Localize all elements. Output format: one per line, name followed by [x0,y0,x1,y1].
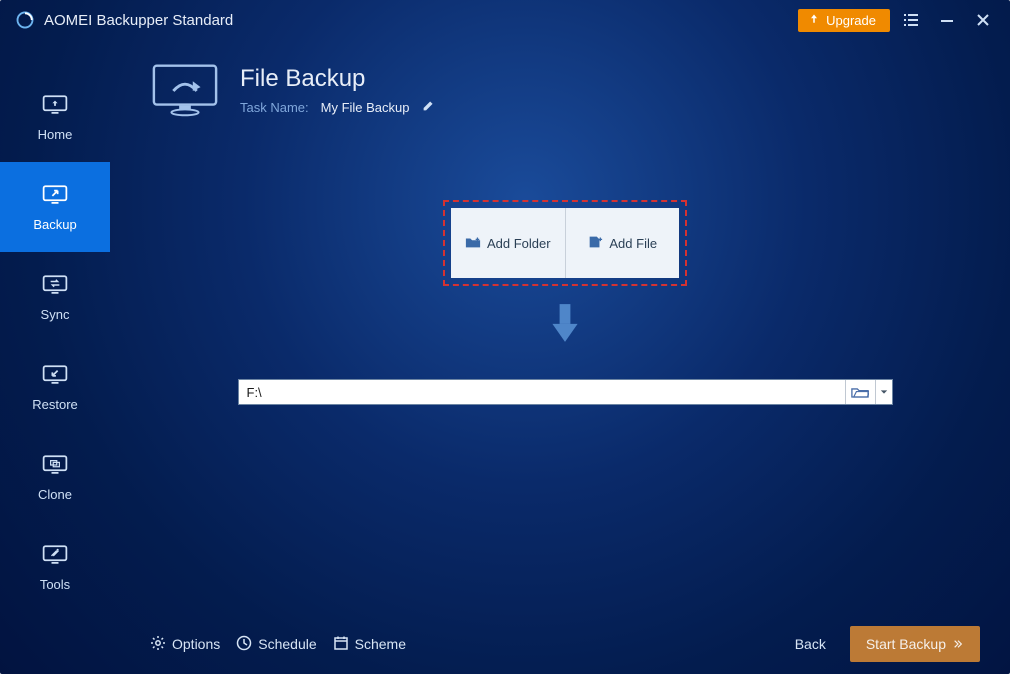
upgrade-button[interactable]: Upgrade [798,9,890,32]
add-file-button[interactable]: Add File [566,208,680,278]
menu-list-icon[interactable] [896,5,926,35]
back-button[interactable]: Back [795,636,826,652]
file-backup-header-icon [150,60,220,120]
minimize-icon[interactable] [932,5,962,35]
folder-plus-icon [465,235,481,252]
app-window: AOMEI Backupper Standard Upgrade Home [0,0,1010,674]
start-backup-button[interactable]: Start Backup [850,626,980,662]
home-icon [41,93,69,117]
calendar-icon [333,635,349,654]
add-folder-button[interactable]: Add Folder [451,208,566,278]
sidebar-item-restore[interactable]: Restore [0,342,110,432]
sidebar-item-label: Home [38,127,73,142]
destination-path-value: F:\ [247,385,262,400]
restore-icon [41,363,69,387]
sidebar-item-label: Restore [32,397,78,412]
arrow-down-icon [547,300,583,351]
options-label: Options [172,636,220,652]
backup-icon [41,183,69,207]
chevron-right-icon [952,636,964,652]
sidebar-item-label: Clone [38,487,72,502]
sidebar-item-home[interactable]: Home [0,72,110,162]
clock-icon [236,635,252,654]
edit-task-name-icon[interactable] [422,99,435,115]
start-backup-label: Start Backup [866,636,946,652]
page-title: File Backup [240,65,435,93]
sidebar-item-label: Sync [41,307,70,322]
footer-bar: Options Schedule Scheme Back Start Backu… [110,614,1010,674]
destination-path-field[interactable]: F:\ [238,379,893,405]
add-file-label: Add File [609,236,657,251]
sidebar-item-label: Tools [40,577,70,592]
task-name-label: Task Name: [240,100,309,115]
tools-icon [41,543,69,567]
scheme-label: Scheme [355,636,406,652]
app-logo-icon [16,11,34,29]
page-header: File Backup Task Name: My File Backup [150,60,980,120]
destination-dropdown-icon[interactable] [876,380,892,404]
schedule-label: Schedule [258,636,316,652]
file-plus-icon [587,235,603,252]
sidebar: Home Backup Sync Restore Clone [0,40,110,674]
gear-icon [150,635,166,654]
schedule-button[interactable]: Schedule [236,635,316,654]
sync-icon [41,273,69,297]
sidebar-item-label: Backup [33,217,76,232]
add-source-highlight: Add Folder Add File [443,200,687,286]
browse-folder-icon[interactable] [846,380,876,404]
sidebar-item-tools[interactable]: Tools [0,522,110,612]
sidebar-item-sync[interactable]: Sync [0,252,110,342]
app-title: AOMEI Backupper Standard [44,12,233,29]
sidebar-item-backup[interactable]: Backup [0,162,110,252]
task-name-value: My File Backup [321,100,410,115]
options-button[interactable]: Options [150,635,220,654]
add-folder-label: Add Folder [487,236,551,251]
add-source-box: Add Folder Add File [451,208,679,278]
clone-icon [41,453,69,477]
scheme-button[interactable]: Scheme [333,635,406,654]
main-content: File Backup Task Name: My File Backup [110,40,1010,614]
upgrade-label: Upgrade [826,13,876,28]
close-icon[interactable] [968,5,998,35]
sidebar-item-clone[interactable]: Clone [0,432,110,522]
upgrade-arrow-icon [808,13,820,28]
source-destination-area: Add Folder Add File F:\ [150,200,980,405]
titlebar: AOMEI Backupper Standard Upgrade [0,0,1010,40]
